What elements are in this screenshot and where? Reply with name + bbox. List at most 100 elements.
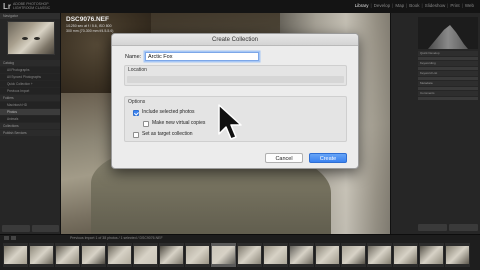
right-panel-row[interactable]: Metadata xyxy=(418,81,478,86)
thumbnail-image xyxy=(446,246,469,264)
filmstrip-thumbnail[interactable] xyxy=(367,243,392,267)
filmstrip-thumbnail[interactable] xyxy=(237,243,262,267)
thumbnail-image xyxy=(238,246,261,264)
import-export-buttons xyxy=(2,225,59,232)
thumbnail-image xyxy=(420,246,443,264)
filmstrip-thumbnail[interactable] xyxy=(133,243,158,267)
left-panel-row[interactable]: Previous Import xyxy=(0,88,60,94)
thumbnail-image xyxy=(30,246,53,264)
histogram-curve xyxy=(428,25,468,49)
filmstrip-thumbnail[interactable] xyxy=(211,243,236,267)
filmstrip-thumbnail[interactable] xyxy=(185,243,210,267)
location-select[interactable] xyxy=(127,76,344,83)
create-collection-dialog: Create Collection Name: Location Options… xyxy=(111,33,359,169)
navigator-header[interactable]: Navigator xyxy=(0,13,60,19)
location-section: Location xyxy=(124,65,347,86)
right-panel-rows: Quick Develop Keywording Keyword List Metad… xyxy=(418,51,478,101)
panel-slider-track[interactable] xyxy=(418,77,478,80)
left-panel-row[interactable]: Folders xyxy=(0,95,60,101)
left-panel-row[interactable]: Quick Collection + xyxy=(0,81,60,87)
cancel-button[interactable]: Cancel xyxy=(265,153,303,163)
lightroom-logo: Lr xyxy=(3,2,11,11)
filmstrip-thumbnail[interactable] xyxy=(263,243,288,267)
filmstrip-thumbnail[interactable] xyxy=(159,243,184,267)
thumbnail-image xyxy=(212,246,235,264)
right-panel-row[interactable]: Quick Develop xyxy=(418,51,478,56)
panel-slider-track[interactable] xyxy=(418,97,478,100)
include-selected-checkbox[interactable] xyxy=(133,109,139,116)
left-panel-row[interactable]: Macintosh HD xyxy=(0,102,60,108)
left-panel-row[interactable]: Animals xyxy=(0,116,60,122)
thumbnail-image xyxy=(368,246,391,264)
image-meta-line-1: 1/1250 sec at f / 5.6, ISO 800 xyxy=(66,24,112,28)
sync-settings-button[interactable] xyxy=(449,224,478,231)
thumbnail-image xyxy=(108,246,131,264)
panel-slider-track[interactable] xyxy=(418,57,478,60)
lightroom-window: Lr ADOBE PHOTOSHOP LIGHTROOM CLASSIC Lib… xyxy=(0,0,480,270)
left-panel-row[interactable]: Photos xyxy=(0,109,60,115)
location-label: Location xyxy=(128,67,147,73)
module-library[interactable]: Library xyxy=(353,3,371,9)
module-develop[interactable]: Develop xyxy=(372,3,393,9)
filmstrip-thumbnail[interactable] xyxy=(81,243,106,267)
mouse-pointer-icon xyxy=(218,104,242,140)
create-button[interactable]: Create xyxy=(309,153,347,163)
left-panel-row[interactable]: Publish Services xyxy=(0,130,60,136)
left-panel-row[interactable]: All Synced Photographs xyxy=(0,74,60,80)
image-meta-line-2: 300 mm (70-300 mm f/4.5-5.6) xyxy=(66,28,114,33)
navigator-preview[interactable] xyxy=(7,21,55,55)
right-panel: Quick Develop Keywording Keyword List Metad… xyxy=(390,13,480,234)
filmstrip-thumbnail[interactable] xyxy=(289,243,314,267)
name-label: Name: xyxy=(125,54,142,60)
right-panel-row[interactable]: Keywording xyxy=(418,61,478,66)
top-bar: Lr ADOBE PHOTOSHOP LIGHTROOM CLASSIC Lib… xyxy=(0,0,480,13)
include-selected-option[interactable]: Include selected photos xyxy=(133,109,195,116)
right-panel-row[interactable]: Keyword List xyxy=(418,71,478,76)
left-panel-rows: Catalog All Photographs All Synced Photogr… xyxy=(0,60,60,137)
export-button[interactable] xyxy=(31,225,59,232)
dialog-title: Create Collection xyxy=(112,34,358,46)
module-map[interactable]: Map xyxy=(393,3,406,9)
include-selected-label: Include selected photos xyxy=(142,109,195,115)
left-panel-row[interactable]: Catalog xyxy=(0,60,60,66)
thumbnail-image xyxy=(290,246,313,264)
target-collection-label: Set as target collection xyxy=(142,131,193,137)
filmstrip-thumbnail[interactable] xyxy=(419,243,444,267)
image-metadata: 1/1250 sec at f / 5.6, ISO 800 300 mm (7… xyxy=(66,24,113,33)
filmstrip-thumbnail[interactable] xyxy=(29,243,54,267)
collection-name-input[interactable] xyxy=(145,52,259,61)
sync-metadata-button[interactable] xyxy=(418,224,447,231)
right-panel-row[interactable]: Comments xyxy=(418,91,478,96)
left-panel-row[interactable]: Collections xyxy=(0,123,60,129)
filmstrip-thumbnail[interactable] xyxy=(55,243,80,267)
filmstrip-thumbnail[interactable] xyxy=(315,243,340,267)
filmstrip-thumbnail[interactable] xyxy=(107,243,132,267)
filmstrip-thumbnail[interactable] xyxy=(445,243,470,267)
module-picker: Library | Develop | Map | Book | Slideshow | Print… xyxy=(353,3,476,9)
thumbnail-image xyxy=(134,246,157,264)
module-web[interactable]: Web xyxy=(463,3,476,9)
module-slideshow[interactable]: Slideshow xyxy=(423,3,448,9)
virtual-copies-option[interactable]: Make new virtual copies xyxy=(143,120,205,127)
virtual-copies-label: Make new virtual copies xyxy=(152,120,206,126)
left-panel-row[interactable]: All Photographs xyxy=(0,67,60,73)
preview-detail xyxy=(22,37,28,40)
thumbnail-image xyxy=(186,246,209,264)
target-collection-option[interactable]: Set as target collection xyxy=(133,131,193,138)
histogram xyxy=(418,17,478,49)
thumbnail-image xyxy=(342,246,365,264)
virtual-copies-checkbox[interactable] xyxy=(143,120,149,127)
filmstrip-thumbnail[interactable] xyxy=(3,243,28,267)
preview-detail xyxy=(34,37,40,40)
module-book[interactable]: Book xyxy=(407,3,421,9)
module-print[interactable]: Print xyxy=(448,3,461,9)
panel-slider-track[interactable] xyxy=(418,67,478,70)
options-label: Options xyxy=(128,99,146,105)
panel-slider-track[interactable] xyxy=(418,87,478,90)
thumbnail-image xyxy=(264,246,287,264)
import-button[interactable] xyxy=(2,225,30,232)
filmstrip-thumbnail[interactable] xyxy=(393,243,418,267)
filmstrip-thumbnail[interactable] xyxy=(341,243,366,267)
target-collection-checkbox[interactable] xyxy=(133,131,139,138)
thumbnail-image xyxy=(316,246,339,264)
